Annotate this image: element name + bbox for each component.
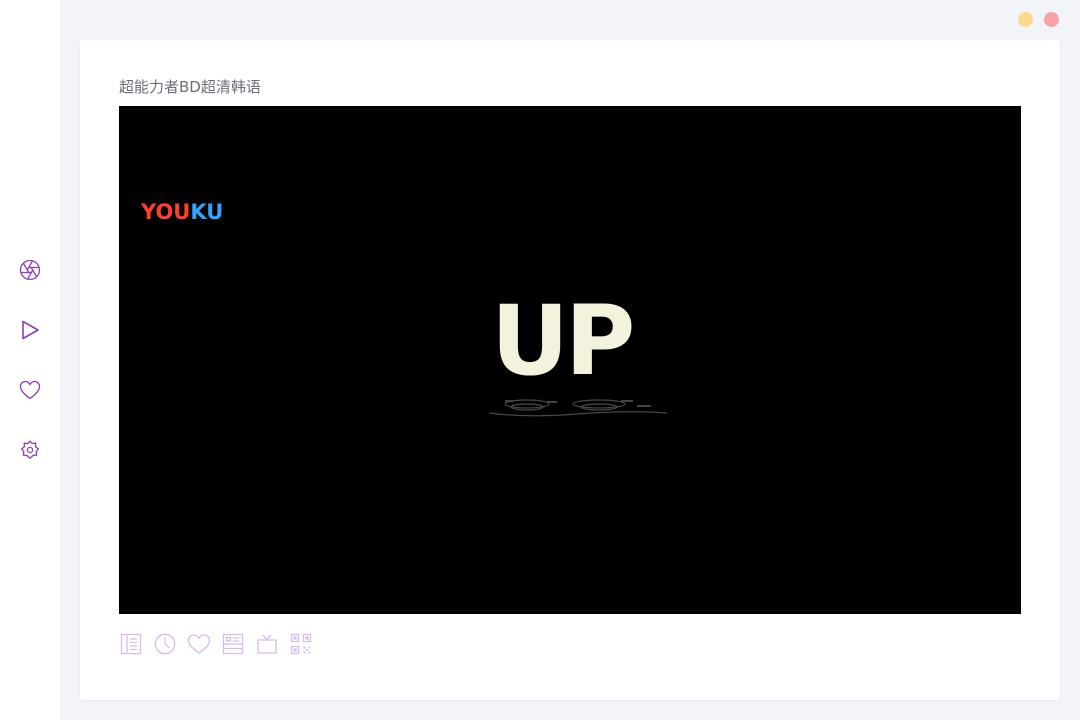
watermark-part1: YOU	[141, 200, 191, 224]
heart-icon[interactable]	[18, 378, 42, 402]
youku-watermark: YOUKU	[141, 200, 223, 224]
aperture-icon[interactable]	[18, 258, 42, 282]
video-toolbar	[119, 632, 313, 656]
qrcode-icon[interactable]	[289, 632, 313, 656]
text-reflection	[488, 399, 668, 417]
minimize-button[interactable]	[1018, 12, 1033, 27]
list-icon[interactable]	[119, 632, 143, 656]
sidebar	[0, 0, 60, 720]
play-icon[interactable]	[18, 318, 42, 342]
tv-icon[interactable]	[255, 632, 279, 656]
video-player[interactable]: YOUKU UP	[119, 106, 1021, 614]
heart-icon[interactable]	[187, 632, 211, 656]
video-card: 超能力者BD超清韩语 YOUKU UP	[80, 40, 1060, 700]
id-card-icon[interactable]	[221, 632, 245, 656]
clock-icon[interactable]	[153, 632, 177, 656]
video-frame-text: UP	[491, 285, 635, 397]
watermark-part2: KU	[190, 200, 224, 224]
video-title: 超能力者BD超清韩语	[119, 78, 261, 96]
close-button[interactable]	[1044, 12, 1059, 27]
settings-icon[interactable]	[18, 438, 42, 462]
